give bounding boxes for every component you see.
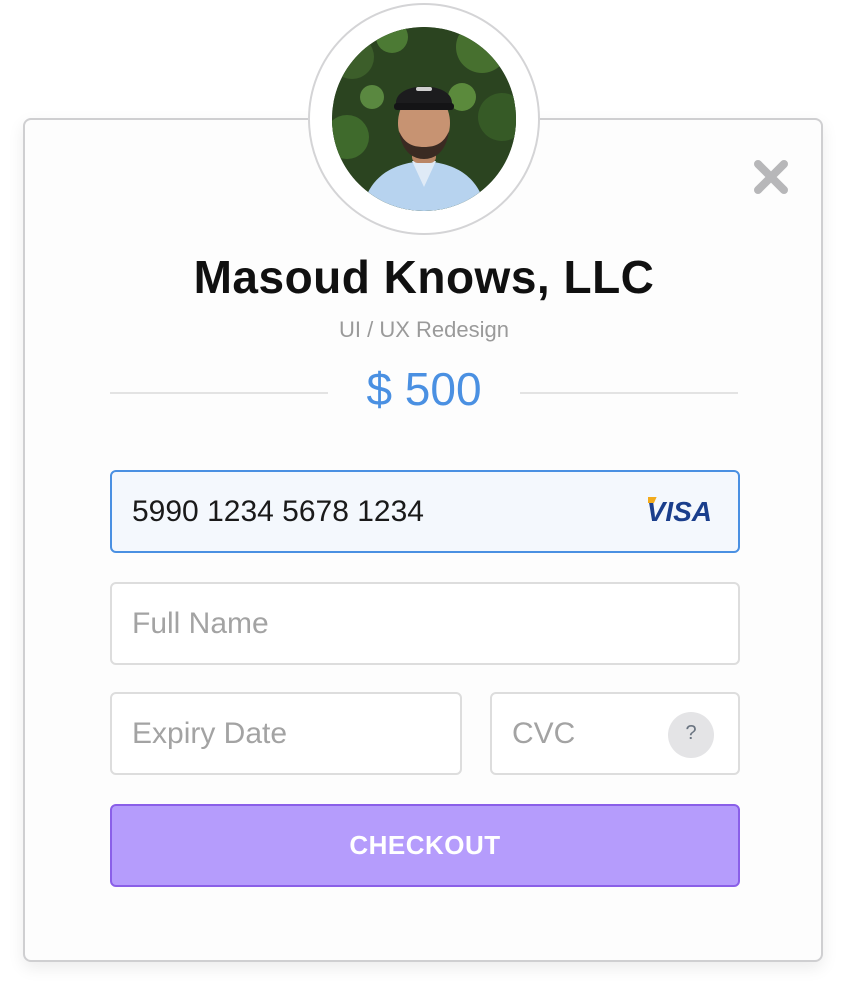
divider-right (520, 392, 738, 394)
checkout-button[interactable]: CHECKOUT (110, 804, 740, 887)
close-button[interactable] (752, 158, 790, 196)
cvc-field[interactable]: ? (490, 692, 740, 775)
payment-modal-stage: Masoud Knows, LLC UI / UX Redesign $ 500… (0, 0, 848, 996)
payment-amount: $ 500 (366, 363, 482, 415)
expiry-date-input[interactable] (132, 694, 440, 773)
question-icon[interactable]: ? (668, 712, 714, 758)
company-name: Masoud Knows, LLC (193, 251, 655, 303)
project-name: UI / UX Redesign (339, 317, 509, 342)
full-name-field[interactable] (110, 582, 740, 665)
cvc-input[interactable] (512, 694, 662, 773)
avatar (332, 27, 516, 211)
divider-left (110, 392, 328, 394)
expiry-date-field[interactable] (110, 692, 462, 775)
full-name-input[interactable] (132, 584, 718, 663)
close-icon (754, 160, 788, 194)
avatar-ring (308, 3, 540, 235)
card-number-field[interactable]: VISA (110, 470, 740, 553)
card-number-input[interactable] (132, 472, 592, 551)
avatar-photo (332, 27, 516, 211)
visa-text: VISA (646, 496, 712, 527)
visa-logo: VISA (647, 496, 712, 528)
